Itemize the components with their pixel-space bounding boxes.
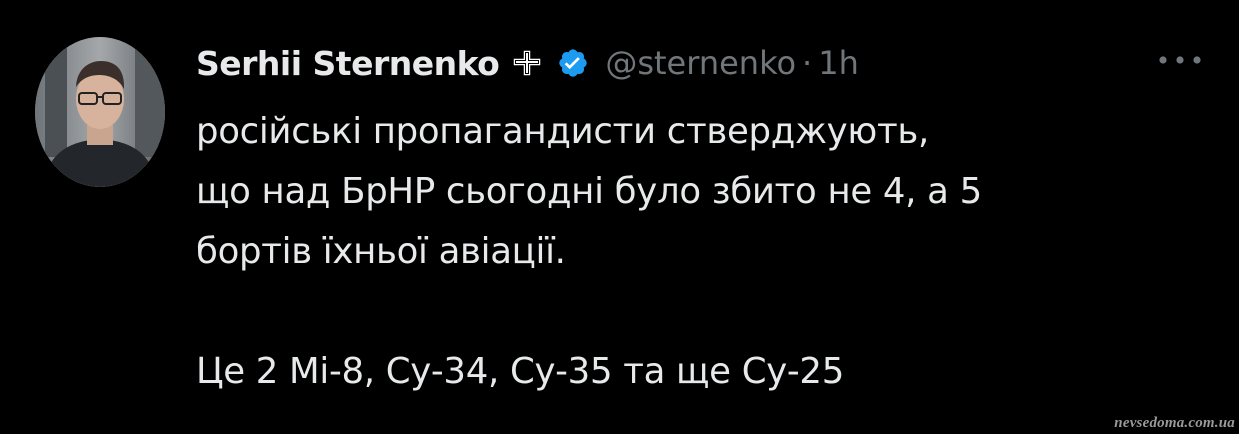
- tweet-timestamp[interactable]: 1h: [818, 44, 859, 82]
- verified-badge-icon[interactable]: [557, 47, 589, 79]
- tweet-text-line: що над БрНР сьогодні було збито не 4, а …: [196, 171, 982, 212]
- header-separator: ·: [802, 44, 813, 82]
- tweet-text: російські пропагандисти стверджують, що …: [196, 102, 1226, 402]
- display-name[interactable]: Serhii Sternenko: [196, 44, 500, 83]
- tweet-text-line: російські пропагандисти стверджують,: [196, 111, 929, 152]
- tweet-text-line: Це 2 Мі-8, Су-34, Су-35 та ще Су-25: [196, 351, 844, 392]
- avatar-photo-icon: [35, 37, 165, 187]
- cross-flag-icon: [511, 48, 543, 78]
- watermark: nevsedoma.com.ua: [1114, 415, 1235, 431]
- tweet-header: Serhii Sternenko @sternenko · 1h: [196, 38, 859, 88]
- tweet-card: Serhii Sternenko @sternenko · 1h російсь…: [0, 0, 1239, 434]
- tweet-text-line: бортів їхньої авіації.: [196, 231, 566, 272]
- avatar[interactable]: [35, 37, 165, 187]
- more-options-icon[interactable]: [1155, 52, 1205, 68]
- author-handle[interactable]: @sternenko: [605, 44, 796, 82]
